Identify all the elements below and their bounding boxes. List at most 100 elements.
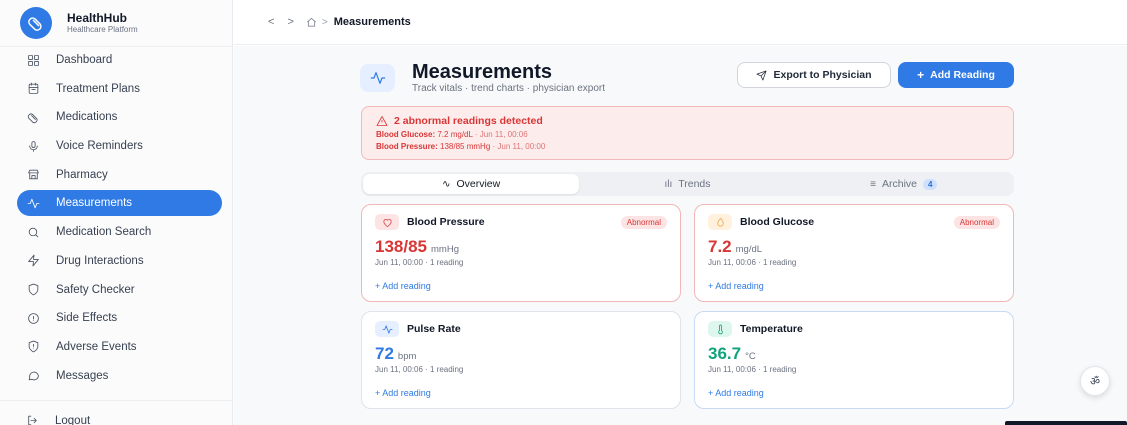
logout-button[interactable]: Logout: [26, 414, 90, 425]
card-meta: Jun 11, 00:06 · 1 reading: [708, 258, 797, 267]
card-value: 7.2: [708, 237, 732, 256]
info-icon: [26, 311, 40, 325]
measurement-card-blood-pressure[interactable]: Blood Pressure Abnormal 138/85 mmHg Jun …: [361, 204, 681, 302]
plus-icon: +: [917, 68, 925, 82]
measurement-card-blood-glucose[interactable]: Blood Glucose Abnormal 7.2 mg/dL Jun 11,…: [694, 204, 1014, 302]
card-meta: Jun 11, 00:06 · 1 reading: [375, 365, 464, 374]
home-icon[interactable]: [306, 17, 317, 28]
search-icon: [26, 225, 40, 239]
sidebar-item-medication-search[interactable]: Medication Search: [17, 219, 222, 245]
export-to-physician-button[interactable]: Export to Physician: [737, 62, 891, 88]
heart-icon: [375, 214, 399, 230]
card-value: 72: [375, 344, 394, 363]
assistant-button[interactable]: ॐ: [1080, 366, 1110, 396]
sidebar-item-label: Medications: [56, 111, 118, 124]
pill-logo-icon: [20, 7, 52, 39]
add-reading-link[interactable]: + Add reading: [708, 281, 1000, 291]
sidebar-item-dashboard[interactable]: Dashboard: [17, 47, 222, 73]
store-icon: [26, 168, 40, 182]
sidebar-item-label: Dashboard: [56, 54, 113, 66]
export-label: Export to Physician: [773, 69, 872, 81]
list-icon: ≡: [870, 178, 876, 190]
sidebar-item-label: Medication Search: [56, 226, 152, 239]
microphone-icon: [26, 139, 40, 153]
sidebar-item-treatment-plans[interactable]: Treatment Plans: [17, 76, 222, 102]
brand-subtitle: Healthcare Platform: [67, 24, 138, 34]
measurement-card-temperature[interactable]: Temperature 36.7 °C Jun 11, 00:06 · 1 re…: [694, 311, 1014, 409]
page-title: Measurements: [412, 61, 553, 83]
archive-count-badge: 4: [923, 178, 938, 190]
sidebar-item-label: Safety Checker: [56, 283, 135, 296]
measurement-card-pulse-rate[interactable]: Pulse Rate 72 bpm Jun 11, 00:06 · 1 read…: [361, 311, 681, 409]
sidebar-item-label: Drug Interactions: [56, 254, 144, 267]
alert-heading: 2 abnormal readings detected: [394, 115, 543, 127]
sidebar-item-label: Pharmacy: [56, 168, 108, 181]
brand-name: HealthHub: [67, 10, 127, 25]
sidebar-item-voice-reminders[interactable]: Voice Reminders: [17, 133, 222, 159]
logout-label: Logout: [55, 414, 91, 425]
thermometer-icon: [708, 321, 732, 337]
sidebar-item-label: Measurements: [56, 197, 133, 210]
add-reading-button[interactable]: + Add Reading: [898, 62, 1014, 88]
send-icon: [757, 70, 767, 80]
back-arrow-icon[interactable]: <: [268, 16, 274, 28]
pill-icon: [26, 110, 40, 124]
card-meta: Jun 11, 00:00 · 1 reading: [375, 258, 464, 267]
bar-chart-icon: ılı: [664, 178, 673, 190]
card-meta: Jun 11, 00:06 · 1 reading: [708, 365, 797, 374]
card-unit: bpm: [397, 351, 417, 362]
add-reading-label: Add Reading: [930, 69, 995, 81]
card-value: 36.7: [708, 344, 742, 363]
tab-trends[interactable]: ılı Trends: [579, 174, 795, 194]
sidebar-item-safety-checker[interactable]: Safety Checker: [17, 277, 222, 303]
card-unit: °C: [745, 351, 756, 362]
tab-overview[interactable]: ∿ Overview: [363, 174, 580, 194]
activity-icon: [26, 196, 40, 210]
alert-line: Blood Pressure: 138/85 mmHg · Jun 11, 00…: [376, 142, 546, 151]
sidebar-item-measurements[interactable]: Measurements: [17, 190, 222, 217]
card-title: Temperature: [740, 323, 803, 335]
shield-icon: [26, 283, 40, 297]
sidebar-item-adverse-events[interactable]: Adverse Events: [17, 334, 222, 360]
sidebar-item-messages[interactable]: Messages: [17, 363, 222, 389]
sidebar-item-label: Side Effects: [56, 312, 118, 325]
sidebar-item-pharmacy[interactable]: Pharmacy: [17, 162, 222, 188]
sidebar-item-medications[interactable]: Medications: [17, 104, 222, 130]
tab-archive[interactable]: ≡ Archive 4: [796, 174, 1012, 194]
status-badge: Abnormal: [620, 215, 667, 229]
message-icon: [26, 369, 40, 383]
droplet-icon: [708, 214, 732, 230]
card-unit: mg/dL: [735, 244, 763, 255]
zap-icon: [26, 254, 40, 268]
top-bar: < > > Measurements: [234, 0, 1127, 45]
status-badge: Abnormal: [953, 215, 1000, 229]
add-reading-link[interactable]: + Add reading: [375, 388, 667, 398]
breadcrumb-current: Measurements: [333, 16, 411, 28]
warning-icon: [376, 116, 388, 126]
alert-shield-icon: [26, 340, 40, 354]
breadcrumb-separator: >: [321, 16, 328, 28]
card-unit: mmHg: [431, 244, 459, 255]
forward-arrow-icon[interactable]: >: [287, 16, 293, 28]
brand[interactable]: HealthHub Healthcare Platform: [20, 7, 138, 39]
sidebar-item-side-effects[interactable]: Side Effects: [17, 305, 222, 331]
abnormal-alert: 2 abnormal readings detected Blood Gluco…: [361, 106, 1014, 160]
card-title: Blood Glucose: [740, 216, 815, 228]
sidebar-item-label: Voice Reminders: [56, 140, 143, 153]
sidebar-item-drug-interactions[interactable]: Drug Interactions: [17, 248, 222, 274]
view-tabs: ∿ Overview ılı Trends ≡ Archive 4: [361, 172, 1014, 196]
page-subtitle: Track vitals · trend charts · physician …: [412, 83, 606, 94]
card-value: 138/85: [375, 237, 427, 256]
grid-icon: [26, 53, 40, 67]
sidebar-item-label: Adverse Events: [56, 340, 137, 353]
calendar-icon: [26, 82, 40, 96]
sidebar: HealthHub Healthcare Platform Dashboard …: [0, 0, 233, 425]
add-reading-link[interactable]: + Add reading: [375, 281, 667, 291]
sidebar-nav: Dashboard Treatment Plans Medications Vo…: [17, 47, 222, 391]
card-title: Pulse Rate: [407, 323, 461, 335]
add-reading-link[interactable]: + Add reading: [708, 388, 1000, 398]
alert-line: Blood Glucose: 7.2 mg/dL · Jun 11, 00:06: [376, 130, 528, 139]
sidebar-item-label: Messages: [56, 369, 109, 382]
bottom-bar: [1005, 421, 1127, 425]
activity-icon: ∿: [442, 178, 451, 190]
